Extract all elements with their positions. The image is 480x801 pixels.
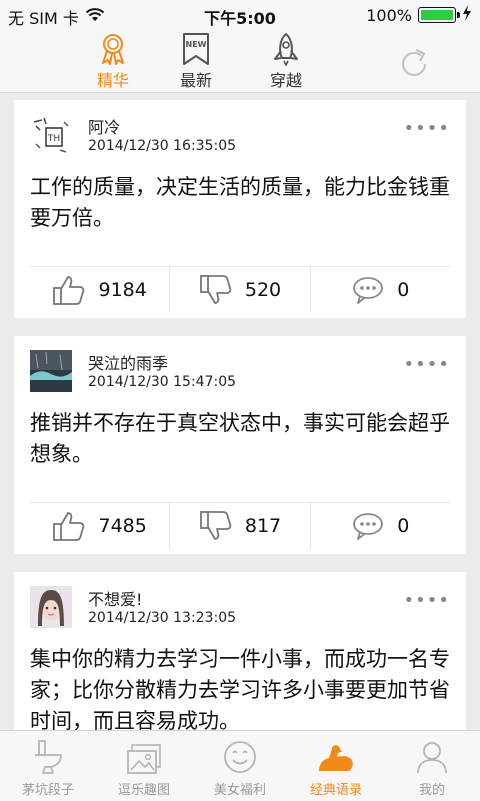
user-icon [384,731,480,775]
comment-button[interactable]: 0 [311,267,450,313]
avatar[interactable]: TH [30,114,72,156]
post-time: 2014/12/30 16:35:05 [88,138,237,154]
more-options-button[interactable]: •••• [404,354,450,375]
picture-icon [96,731,192,775]
dislike-button[interactable]: 520 [170,267,311,313]
tab-label: 茅坑段子 [21,783,74,798]
charging-icon [462,5,472,25]
toilet-icon [0,731,96,775]
like-count: 7485 [98,515,147,537]
top-tab-bar: 精华 NEW 最新 穿越 [0,30,480,93]
post-content: 推销并不存在于真空状态中，事实可能会超乎想象。 [30,411,450,466]
post-time: 2014/12/30 15:47:05 [88,374,237,390]
dislike-count: 520 [244,279,282,301]
battery-icon [418,7,460,23]
more-options-button[interactable]: •••• [404,590,450,611]
muscle-arm-icon [288,731,384,775]
thumbs-up-icon [53,276,85,305]
battery-percent: 100% [366,5,412,25]
like-count: 9184 [98,279,147,301]
tab-zuixin[interactable]: NEW 最新 [161,30,231,91]
post-username[interactable]: 阿冷 [88,114,120,138]
refresh-icon [401,48,427,77]
comment-count: 0 [397,279,410,301]
comment-count: 0 [397,515,410,537]
tab-maokeng-duanzi[interactable]: 茅坑段子 [0,731,96,801]
tab-label: 经典语录 [309,783,362,798]
dislike-button[interactable]: 817 [170,503,311,549]
tab-chuanyue[interactable]: 穿越 [251,30,321,91]
tab-label: 逗乐趣图 [117,783,170,798]
dislike-count: 817 [244,515,282,537]
post-card: 哭泣的雨季 2014/12/30 15:47:05 •••• 推销并不存在于真空… [14,336,466,554]
tab-label: 穿越 [269,71,302,90]
post-content: 集中你的精力去学习一件小事，而成功一名专家；比你分散精力去学习许多小事要更加节省… [30,647,450,730]
post-username[interactable]: 不想爱! [88,586,142,610]
bottom-tab-bar: 茅坑段子 逗乐趣图 美女福利 经典语录 我的 [0,730,480,801]
svg-text:TH: TH [47,134,60,144]
tab-meinv-fuli[interactable]: 美女福利 [192,731,288,801]
post-actions: 9184 520 0 [30,266,450,313]
post-card: TH 阿冷 2014/12/30 16:35:05 •••• 工作的质量，决定生… [14,100,466,318]
post-card: 不想爱! 2014/12/30 13:23:05 •••• 集中你的精力去学习一… [14,572,466,730]
tab-label: 精华 [96,71,129,90]
post-time: 2014/12/30 13:23:05 [88,610,237,626]
comment-button[interactable]: 0 [311,503,450,549]
badge-ribbon-icon [78,30,148,66]
tab-doule-qutu[interactable]: 逗乐趣图 [96,731,192,801]
avatar[interactable] [30,586,72,628]
comment-bubble-icon [353,277,384,304]
svg-text:NEW: NEW [186,40,207,49]
thumbs-down-icon [199,275,232,304]
refresh-button[interactable] [394,44,434,84]
avatar[interactable] [30,350,72,392]
post-content: 工作的质量，决定生活的质量，能力比金钱重要万倍。 [30,175,450,230]
like-button[interactable]: 7485 [30,503,171,549]
post-actions: 7485 817 0 [30,502,450,549]
post-username[interactable]: 哭泣的雨季 [88,350,168,374]
rocket-icon [251,30,321,66]
thumbs-down-icon [199,511,232,540]
tab-label: 我的 [418,783,445,798]
thumbs-up-icon [53,512,85,541]
comment-bubble-icon [353,513,384,540]
tab-wode[interactable]: 我的 [384,731,480,801]
new-bookmark-icon: NEW [161,30,231,66]
post-feed[interactable]: TH 阿冷 2014/12/30 16:35:05 •••• 工作的质量，决定生… [0,93,480,730]
tab-jinghua[interactable]: 精华 [78,30,148,91]
tab-label: 最新 [179,71,212,90]
tab-jingdian-yulu[interactable]: 经典语录 [288,731,384,801]
more-options-button[interactable]: •••• [404,118,450,139]
like-button[interactable]: 9184 [30,267,171,313]
tab-label: 美女福利 [213,783,266,798]
smiley-icon [192,731,288,775]
status-bar: 无 SIM 卡 下午5:00 100% [0,0,480,30]
